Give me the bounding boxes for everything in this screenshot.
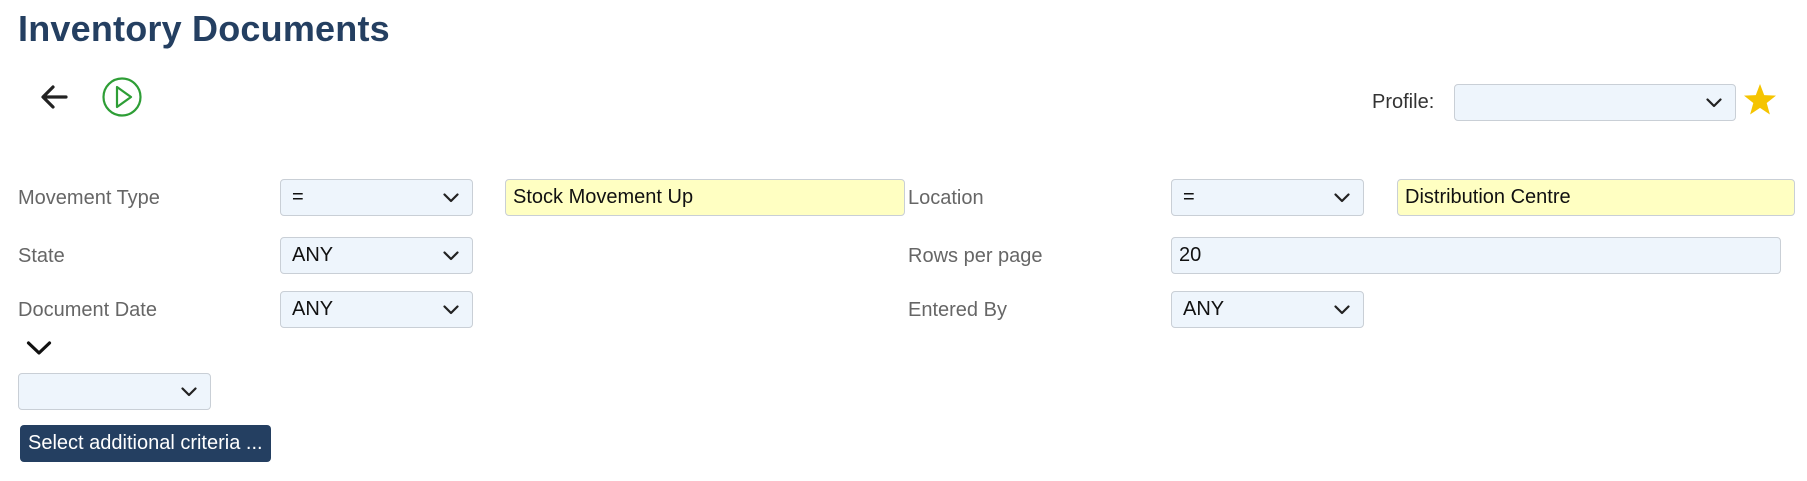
location-label: Location	[908, 187, 984, 209]
state-label: State	[18, 245, 65, 267]
chevron-down-icon	[26, 341, 52, 355]
play-circle-icon	[102, 77, 142, 117]
rows-per-page-label: Rows per page	[908, 245, 1043, 267]
movement-type-operator-select[interactable]: =	[280, 179, 473, 216]
state-select-value: ANY	[292, 244, 334, 266]
movement-type-value-input[interactable]: Stock Movement Up	[505, 179, 905, 216]
location-operator-select[interactable]: =	[1171, 179, 1364, 216]
entered-by-select[interactable]: ANY	[1171, 291, 1364, 328]
select-additional-criteria-button[interactable]: Select additional criteria ...	[20, 425, 271, 462]
entered-by-label: Entered By	[908, 299, 1007, 321]
chevron-down-icon	[443, 304, 459, 314]
location-value: Distribution Centre	[1405, 186, 1571, 208]
profile-select[interactable]	[1454, 84, 1736, 121]
rows-per-page-value: 20	[1179, 244, 1202, 266]
state-select[interactable]: ANY	[280, 237, 473, 274]
entered-by-select-value: ANY	[1183, 298, 1225, 320]
page-title: Inventory Documents	[18, 8, 390, 49]
profile-label: Profile:	[1372, 91, 1435, 113]
movement-type-operator-value: =	[292, 186, 304, 208]
rows-per-page-input[interactable]: 20	[1171, 237, 1781, 274]
movement-type-value: Stock Movement Up	[513, 186, 694, 208]
run-button[interactable]	[100, 75, 144, 119]
chevron-down-icon	[1334, 304, 1350, 314]
document-date-label: Document Date	[18, 299, 157, 321]
movement-type-label: Movement Type	[18, 187, 160, 209]
chevron-down-icon	[181, 386, 197, 396]
back-button[interactable]	[32, 75, 76, 119]
chevron-down-icon	[443, 192, 459, 202]
chevron-down-icon	[1334, 192, 1350, 202]
expand-criteria-toggle[interactable]	[25, 337, 53, 359]
chevron-down-icon	[443, 250, 459, 260]
arrow-left-icon	[41, 85, 68, 109]
location-value-input[interactable]: Distribution Centre	[1397, 179, 1795, 216]
document-date-select[interactable]: ANY	[280, 291, 473, 328]
chevron-down-icon	[1706, 97, 1722, 107]
document-date-select-value: ANY	[292, 298, 334, 320]
location-operator-value: =	[1183, 186, 1195, 208]
additional-criteria-select[interactable]	[18, 373, 211, 410]
star-icon[interactable]	[1742, 82, 1778, 118]
